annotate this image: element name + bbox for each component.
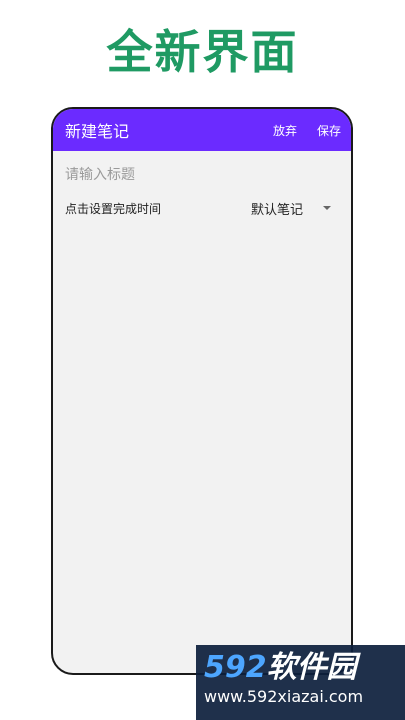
page-title: 新建笔记: [65, 122, 130, 141]
discard-button[interactable]: 放弃: [273, 122, 297, 139]
chevron-down-icon: [323, 206, 331, 210]
note-editor: 点击设置完成时间 默认笔记: [53, 151, 351, 231]
phone-frame: 新建笔记 放弃 保存 点击设置完成时间 默认笔记: [51, 107, 353, 675]
category-selected-value: 默认笔记: [250, 202, 303, 218]
app-bar: 新建笔记 放弃 保存: [53, 109, 351, 151]
watermark-number: 592: [204, 650, 267, 685]
watermark-name: 软件园: [266, 650, 357, 685]
title-input[interactable]: [65, 163, 339, 187]
save-button[interactable]: 保存: [317, 122, 341, 139]
options-row: 点击设置完成时间 默认笔记: [65, 197, 339, 219]
set-time-button[interactable]: 点击设置完成时间: [65, 200, 251, 217]
promo-title: 全新界面: [106, 25, 299, 79]
watermark-url: www.592xiazai.com: [204, 687, 364, 706]
site-watermark: 592软件园 www.592xiazai.com: [196, 645, 405, 720]
category-dropdown[interactable]: 默认笔记: [251, 199, 331, 218]
